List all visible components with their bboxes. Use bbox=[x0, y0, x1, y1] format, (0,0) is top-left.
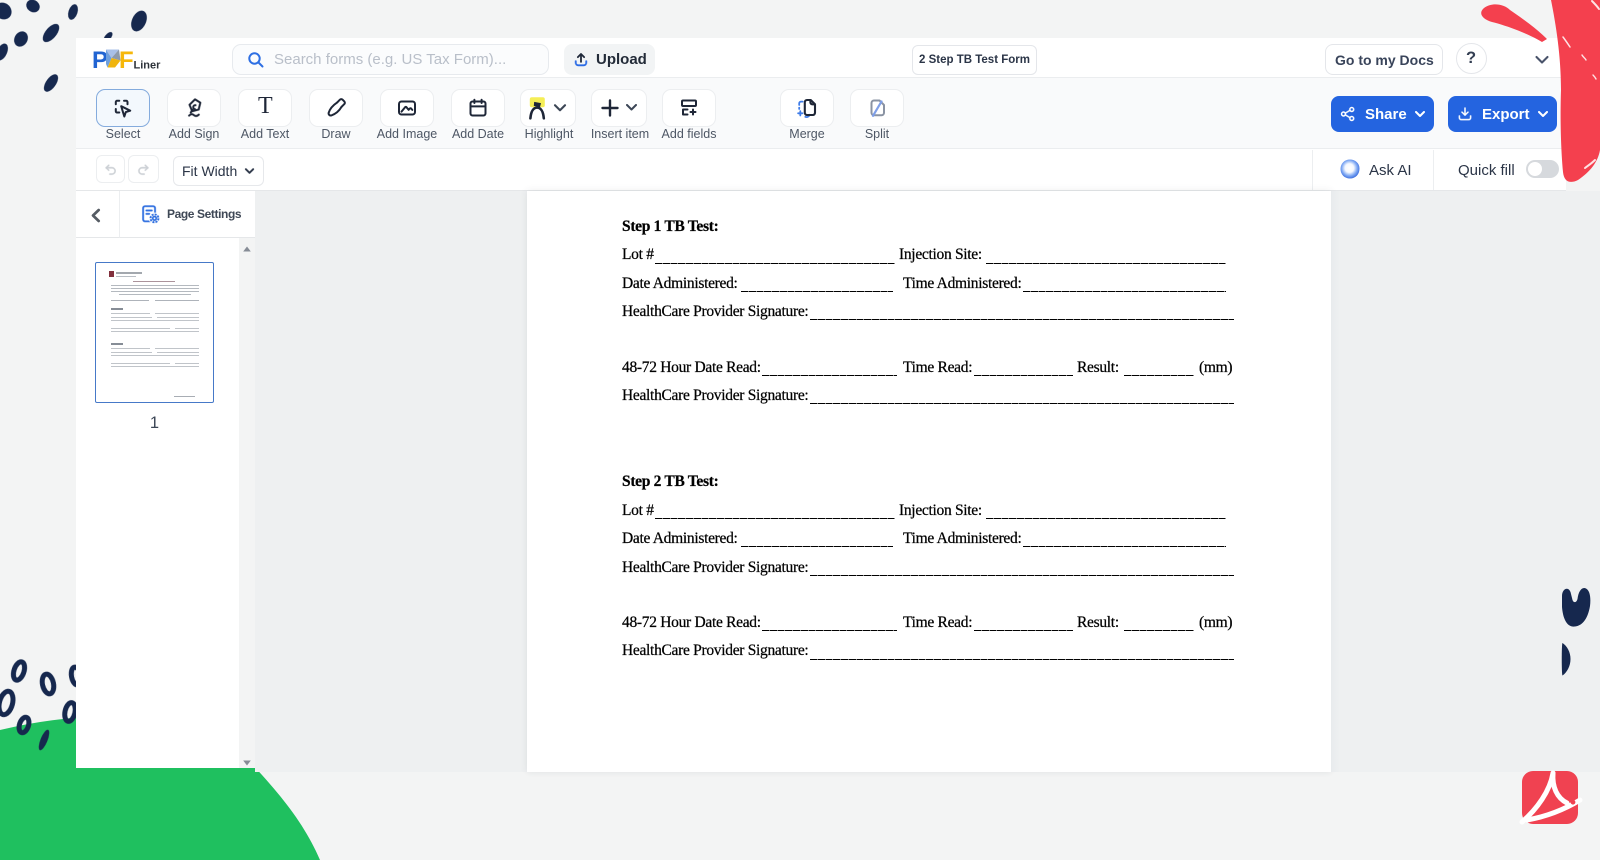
svg-text:P: P bbox=[92, 47, 108, 73]
svg-text:F: F bbox=[119, 47, 134, 73]
svg-text:Liner: Liner bbox=[134, 60, 162, 72]
